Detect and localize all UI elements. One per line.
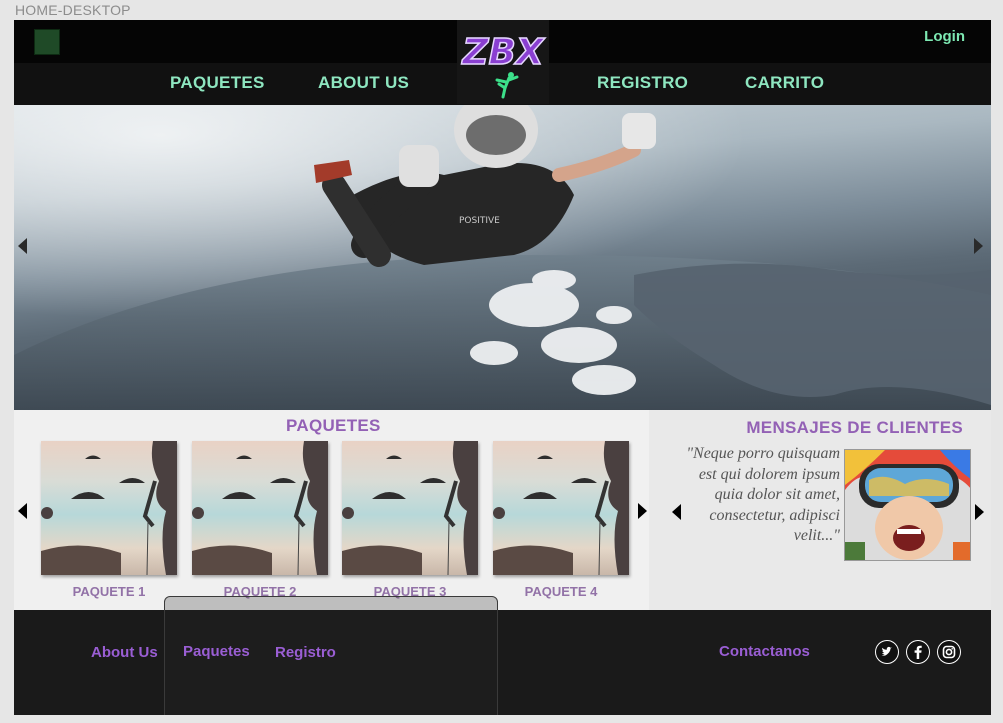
- facebook-icon[interactable]: [906, 640, 930, 664]
- page: Login PAQUETES ABOUT US REGISTRO CARRITO…: [14, 20, 991, 715]
- menu-square-icon[interactable]: [34, 29, 60, 55]
- testimonials-section: MENSAJES DE CLIENTES "Neque porro quisqu…: [649, 410, 991, 610]
- footer-paquetes-link[interactable]: Paquetes: [183, 643, 250, 660]
- packages-title: PAQUETES: [286, 416, 381, 435]
- package-card-3[interactable]: [342, 441, 478, 575]
- client-face-image: [845, 450, 970, 560]
- testimonial-quote: "Neque porro quisquam est qui dolorem ip…: [686, 445, 840, 544]
- package-card-4[interactable]: [493, 441, 629, 575]
- svg-text:POSITIVE: POSITIVE: [459, 216, 500, 226]
- footer-registro-link[interactable]: Registro: [275, 644, 336, 661]
- footer-about-link[interactable]: About Us: [91, 644, 158, 661]
- instagram-icon[interactable]: [937, 640, 961, 664]
- artboard-label: HOME-DESKTOP: [15, 2, 131, 18]
- packages-section: PAQUETES PAQUETE 1 PAQUETE 2 PAQUETE 3 P…: [14, 410, 649, 610]
- package-label-4[interactable]: PAQUETE 4: [493, 584, 629, 599]
- footer-contact-link[interactable]: Contactanos: [719, 643, 810, 660]
- nav-carrito[interactable]: CARRITO: [745, 73, 824, 93]
- twitter-icon[interactable]: [875, 640, 899, 664]
- package-card-1[interactable]: [41, 441, 177, 575]
- parachute-photo: [41, 441, 177, 575]
- hero-banner: POSITIVE: [14, 105, 991, 410]
- footer: About Us Paquetes Registro Contactanos: [14, 596, 991, 715]
- hero-prev-arrow-icon[interactable]: [18, 238, 27, 254]
- client-photo: [844, 449, 971, 561]
- parachute-photo: [192, 441, 328, 575]
- site-logo[interactable]: ZBX: [457, 20, 549, 104]
- skydiver-image: POSITIVE: [14, 105, 991, 410]
- logo-graphic: ZBX: [461, 31, 547, 99]
- package-label-1[interactable]: PAQUETE 1: [41, 584, 177, 599]
- login-link[interactable]: Login: [924, 28, 965, 45]
- nav-paquetes[interactable]: PAQUETES: [170, 73, 265, 93]
- testimonials-title: MENSAJES DE CLIENTES: [746, 418, 963, 437]
- testimonials-prev-arrow-icon[interactable]: [672, 504, 681, 520]
- nav-about-us[interactable]: ABOUT US: [318, 73, 409, 93]
- nav-registro[interactable]: REGISTRO: [597, 73, 688, 93]
- packages-prev-arrow-icon[interactable]: [18, 503, 27, 519]
- testimonials-next-arrow-icon[interactable]: [975, 504, 984, 520]
- package-card-2[interactable]: [192, 441, 328, 575]
- parachute-photo: [493, 441, 629, 575]
- parachute-photo: [342, 441, 478, 575]
- logo-text: ZBX: [461, 32, 546, 73]
- hero-next-arrow-icon[interactable]: [974, 238, 983, 254]
- packages-next-arrow-icon[interactable]: [638, 503, 647, 519]
